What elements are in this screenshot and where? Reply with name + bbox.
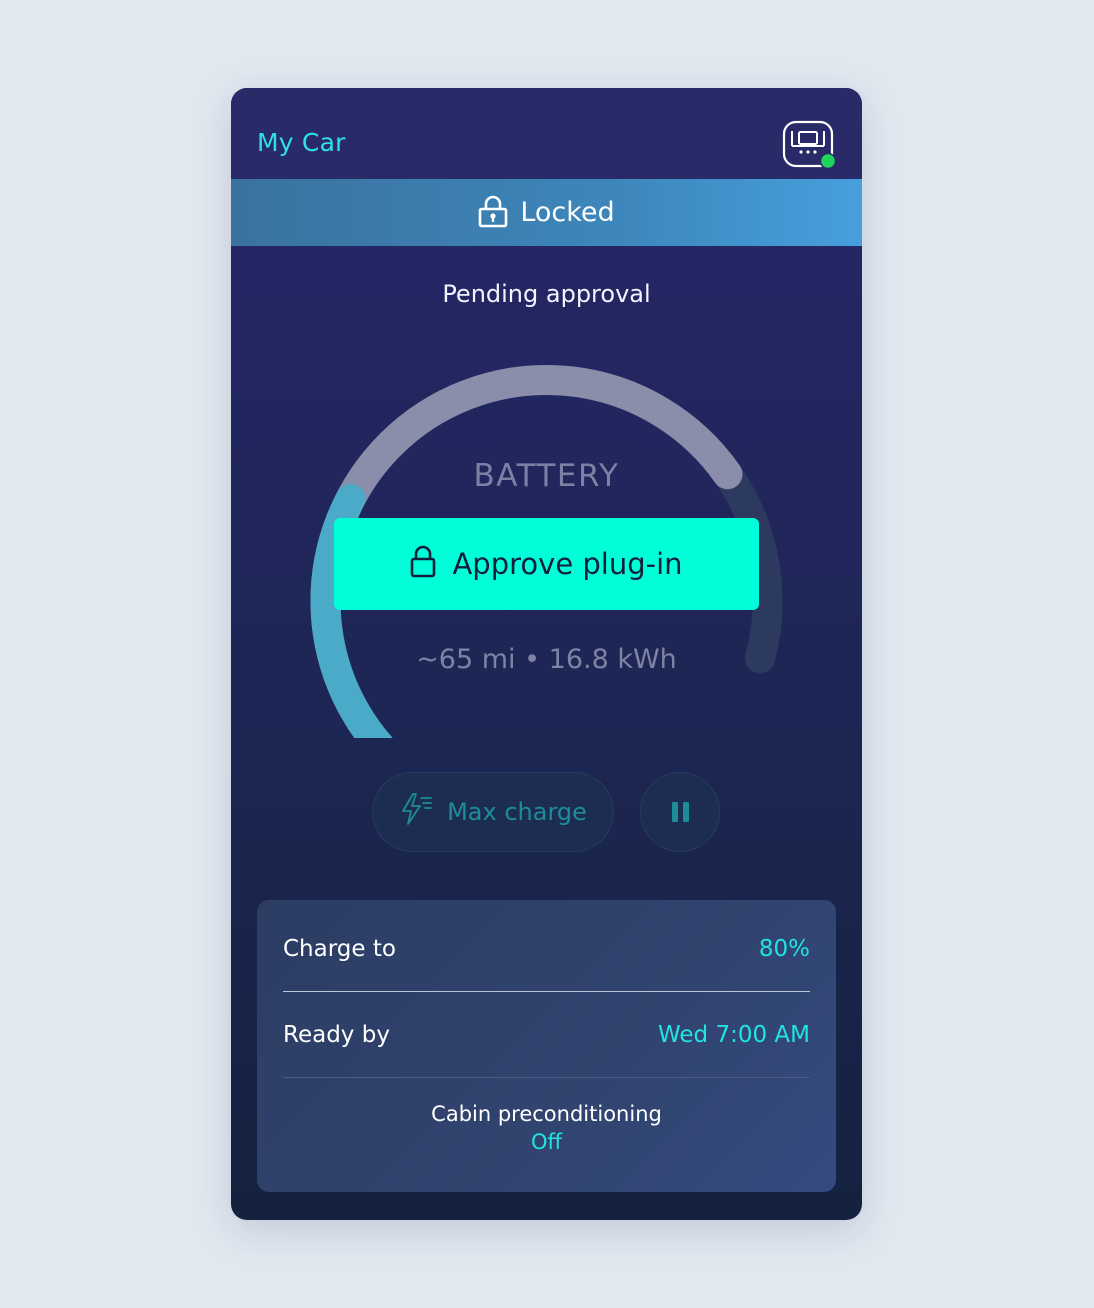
ready-by-label: Ready by xyxy=(283,1021,390,1048)
ready-by-value: Wed 7:00 AM xyxy=(658,1021,810,1048)
cabin-preconditioning-label: Cabin preconditioning xyxy=(431,1102,662,1126)
charge-to-label: Charge to xyxy=(283,935,396,962)
lock-status-banner[interactable]: Locked xyxy=(231,179,862,246)
pause-icon xyxy=(671,802,689,822)
cabin-preconditioning-value: Off xyxy=(531,1130,562,1154)
range-energy-readout: ~65 mi • 16.8 kWh xyxy=(416,644,677,675)
approve-plug-in-label: Approve plug-in xyxy=(452,547,683,581)
gauge-label: BATTERY xyxy=(473,458,620,494)
padlock-icon xyxy=(478,194,508,232)
cabin-preconditioning-row[interactable]: Cabin preconditioning Off xyxy=(257,1102,836,1154)
max-charge-button[interactable]: Max charge xyxy=(372,772,614,852)
ready-by-row[interactable]: Ready by Wed 7:00 AM xyxy=(283,992,810,1078)
max-charge-label: Max charge xyxy=(447,798,587,826)
app-screen: My Car Locked Pending approval BATTERY A… xyxy=(231,88,862,1220)
charge-to-row[interactable]: Charge to 80% xyxy=(283,906,810,992)
pause-charging-button[interactable] xyxy=(640,772,720,852)
approve-plug-in-button[interactable]: Approve plug-in xyxy=(334,518,759,610)
charge-settings-card: Charge to 80% Ready by Wed 7:00 AM Cabin… xyxy=(257,900,836,1192)
charge-to-value: 80% xyxy=(758,935,810,962)
lock-status-label: Locked xyxy=(520,197,615,228)
lightning-bolt-icon xyxy=(399,792,433,832)
page-title: My Car xyxy=(257,128,346,157)
online-status-dot xyxy=(819,152,837,170)
charging-status-text: Pending approval xyxy=(442,280,651,308)
padlock-icon xyxy=(410,544,436,585)
app-header: My Car xyxy=(231,88,862,179)
ev-charger-icon[interactable] xyxy=(781,120,837,170)
